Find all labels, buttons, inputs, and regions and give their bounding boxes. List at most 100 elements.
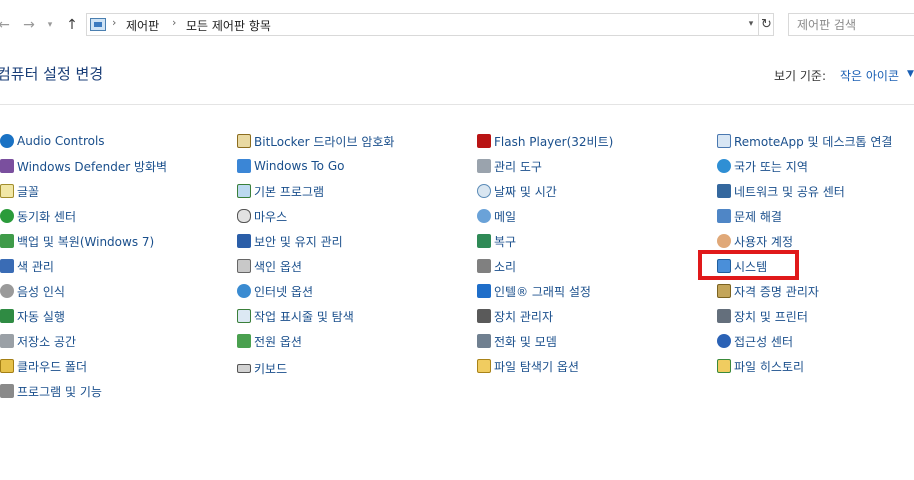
item-label: 파일 히스토리	[734, 359, 805, 374]
item-sync-center[interactable]: 동기화 센터	[0, 206, 76, 226]
item-file-history[interactable]: 파일 히스토리	[717, 356, 804, 376]
item-user-accounts[interactable]: 사용자 계정	[717, 231, 793, 251]
item-label: 색 관리	[17, 259, 54, 274]
item-region[interactable]: 국가 또는 지역	[717, 156, 808, 176]
remoteapp-icon	[717, 134, 731, 148]
item-label: 관리 도구	[494, 159, 542, 174]
item-remoteapp[interactable]: RemoteApp 및 데스크톱 연결	[717, 131, 892, 151]
item-security-maintenance[interactable]: 보안 및 유지 관리	[237, 231, 343, 251]
item-intel-graphics[interactable]: 인텔® 그래픽 설정	[477, 281, 591, 301]
item-label: 날짜 및 시간	[494, 184, 557, 199]
item-device-manager[interactable]: 장치 관리자	[477, 306, 553, 326]
chevron-right-icon[interactable]: ›	[112, 16, 116, 29]
item-storage-spaces[interactable]: 저장소 공간	[0, 331, 76, 351]
item-label: 보안 및 유지 관리	[254, 234, 343, 249]
item-label: BitLocker 드라이브 암호화	[254, 134, 395, 149]
recent-locations-dropdown-icon[interactable]: ▾	[42, 15, 58, 35]
item-cloud-folder[interactable]: 클라우드 폴더	[0, 356, 87, 376]
accessibility-icon	[717, 334, 731, 348]
device-manager-icon	[477, 309, 491, 323]
item-programs-features[interactable]: 프로그램 및 기능	[0, 381, 102, 401]
item-devices-printers[interactable]: 장치 및 프린터	[717, 306, 808, 326]
item-audio-controls[interactable]: Audio Controls	[0, 131, 105, 151]
item-flash-player[interactable]: Flash Player(32비트)	[477, 131, 613, 151]
item-windows-defender-firewall[interactable]: Windows Defender 방화벽	[0, 156, 167, 176]
item-indexing-options[interactable]: 색인 옵션	[237, 256, 302, 276]
view-by-selector[interactable]: 작은 아이콘	[840, 67, 899, 84]
item-phone-modem[interactable]: 전화 및 모뎀	[477, 331, 557, 351]
item-label: Audio Controls	[17, 134, 105, 148]
item-label: 동기화 센터	[17, 209, 77, 224]
user-accounts-icon	[717, 234, 731, 248]
breadcrumb-control-panel[interactable]: 제어판	[126, 17, 159, 34]
item-date-time[interactable]: 날짜 및 시간	[477, 181, 557, 201]
item-mail[interactable]: 메일	[477, 206, 516, 226]
search-input[interactable]	[797, 15, 914, 34]
forward-arrow-icon[interactable]: →	[21, 15, 37, 35]
item-ease-of-access[interactable]: 접근성 센터	[717, 331, 793, 351]
item-autoplay[interactable]: 자동 실행	[0, 306, 65, 326]
item-credential-manager[interactable]: 자격 증명 관리자	[717, 281, 819, 301]
item-color-management[interactable]: 색 관리	[0, 256, 54, 276]
item-label: RemoteApp 및 데스크톱 연결	[734, 134, 893, 149]
item-label: 장치 관리자	[494, 309, 554, 324]
address-bar[interactable]: › 제어판 › 모든 제어판 항목	[86, 13, 774, 36]
sync-icon	[0, 209, 14, 223]
cloud-folder-icon	[0, 359, 14, 373]
flag-icon	[237, 234, 251, 248]
address-dropdown-icon[interactable]: ▾	[744, 13, 758, 36]
item-recovery[interactable]: 복구	[477, 231, 516, 251]
taskbar-icon	[237, 309, 251, 323]
item-fonts[interactable]: 글꼴	[0, 181, 39, 201]
item-network-sharing[interactable]: 네트워크 및 공유 센터	[717, 181, 845, 201]
item-power-options[interactable]: 전원 옵션	[237, 331, 302, 351]
item-speech-recognition[interactable]: 음성 인식	[0, 281, 65, 301]
windows-to-go-icon	[237, 159, 251, 173]
item-label: 자격 증명 관리자	[734, 284, 819, 299]
item-sound[interactable]: 소리	[477, 256, 516, 276]
speaker-icon	[477, 259, 491, 273]
breadcrumb-all-items[interactable]: 모든 제어판 항목	[186, 17, 271, 34]
item-bitlocker[interactable]: BitLocker 드라이브 암호화	[237, 131, 394, 151]
item-default-programs[interactable]: 기본 프로그램	[237, 181, 324, 201]
mail-icon	[477, 209, 491, 223]
system-icon	[717, 259, 731, 273]
printer-icon	[717, 309, 731, 323]
chevron-down-icon[interactable]: ▼	[907, 69, 914, 79]
item-label: 백업 및 복원(Windows 7)	[17, 234, 155, 249]
recovery-icon	[477, 234, 491, 248]
item-label: Windows Defender 방화벽	[17, 159, 168, 174]
indexing-icon	[237, 259, 251, 273]
item-admin-tools[interactable]: 관리 도구	[477, 156, 542, 176]
item-file-explorer-options[interactable]: 파일 탐색기 옵션	[477, 356, 579, 376]
item-windows-to-go[interactable]: Windows To Go	[237, 156, 344, 176]
up-arrow-icon[interactable]: ↑	[64, 15, 80, 35]
power-icon	[237, 334, 251, 348]
firewall-icon	[0, 159, 14, 173]
item-internet-options[interactable]: 인터넷 옵션	[237, 281, 313, 301]
item-label: 클라우드 폴더	[17, 359, 88, 374]
search-box[interactable]	[788, 13, 914, 36]
chevron-right-icon[interactable]: ›	[172, 16, 176, 29]
item-backup-restore[interactable]: 백업 및 복원(Windows 7)	[0, 231, 154, 251]
refresh-icon[interactable]: ↻	[758, 13, 774, 36]
item-system[interactable]: 시스템	[717, 256, 767, 276]
item-label: 네트워크 및 공유 센터	[734, 184, 845, 199]
item-label: 전화 및 모뎀	[494, 334, 557, 349]
back-arrow-icon[interactable]: ←	[0, 15, 12, 35]
credential-icon	[717, 284, 731, 298]
item-keyboard[interactable]: 키보드	[237, 358, 287, 378]
item-label: Flash Player(32비트)	[494, 134, 614, 149]
item-label: 접근성 센터	[734, 334, 794, 349]
divider	[0, 104, 914, 105]
intel-graphics-icon	[477, 284, 491, 298]
item-label: 프로그램 및 기능	[17, 384, 102, 399]
file-history-icon	[717, 359, 731, 373]
item-taskbar-navigation[interactable]: 작업 표시줄 및 탐색	[237, 306, 354, 326]
item-label: 자동 실행	[17, 309, 65, 324]
item-mouse[interactable]: 마우스	[237, 206, 287, 226]
default-programs-icon	[237, 184, 251, 198]
item-label: 시스템	[734, 259, 768, 274]
mouse-icon	[237, 209, 251, 223]
item-troubleshooting[interactable]: 문제 해결	[717, 206, 782, 226]
